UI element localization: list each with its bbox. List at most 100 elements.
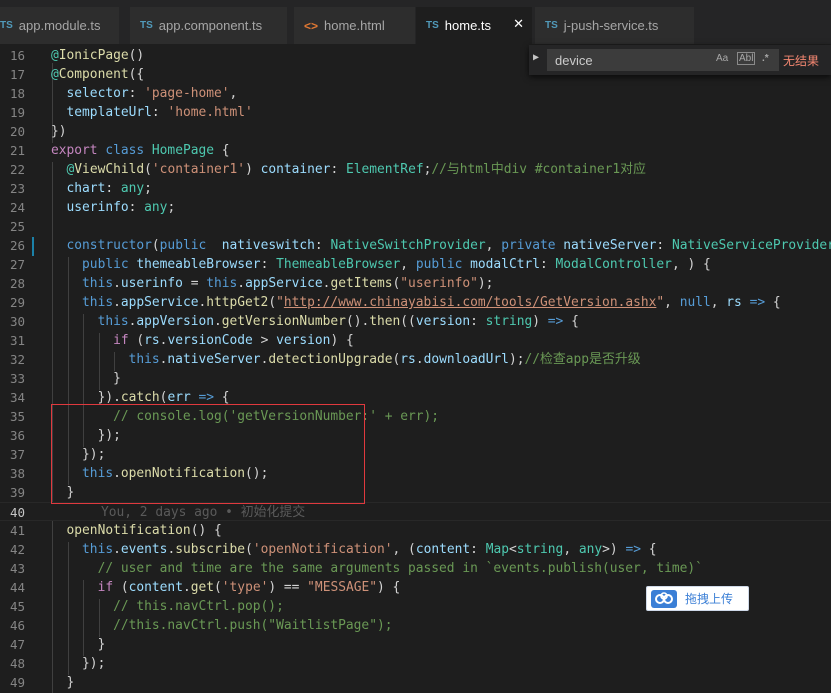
code-token: ( <box>136 333 145 348</box>
code-token: string <box>485 314 533 329</box>
code-token: : <box>260 257 277 272</box>
code-token: downloadUrl <box>423 352 509 367</box>
tab-app-component[interactable]: TS app.component.ts <box>130 7 288 44</box>
code-token: ( <box>151 238 160 253</box>
code-line[interactable]: 41 openNotification() { <box>0 521 831 540</box>
code-token: if <box>51 333 137 348</box>
code-token: , <box>229 86 238 101</box>
tab-home-html[interactable]: <> home.html <box>294 7 416 44</box>
code-token: : <box>151 105 168 120</box>
code-line[interactable]: 19 templateUrl: 'home.html' <box>0 103 831 122</box>
tab-j-push-service[interactable]: TS j-push-service.ts <box>535 7 695 44</box>
code-text: selector: 'page-home', <box>51 84 238 103</box>
code-line[interactable]: 31 if (rs.versionCode > version) { <box>0 331 831 350</box>
code-token: ) <box>532 314 548 329</box>
code-token: : <box>128 200 145 215</box>
code-token: . <box>113 295 121 310</box>
code-line[interactable]: 20}) <box>0 122 831 141</box>
regex-icon[interactable]: .* <box>762 53 769 64</box>
code-token: // user and time are the same arguments … <box>51 561 703 576</box>
code-line[interactable]: 42 this.events.subscribe('openNotificati… <box>0 540 831 559</box>
code-token: } <box>51 675 75 690</box>
code-line[interactable]: 26 constructor(public nativeswitch: Nati… <box>0 236 831 255</box>
code-line[interactable]: 30 this.appVersion.getVersionNumber().th… <box>0 312 831 331</box>
code-text: this.appService.httpGet2("http://www.chi… <box>51 293 781 312</box>
typescript-file-icon: TS <box>545 20 558 31</box>
code-token: . <box>415 352 424 367</box>
code-line[interactable]: 32 this.nativeServer.detectionUpgrade(rs… <box>0 350 831 369</box>
tab-app-module[interactable]: TS app.module.ts <box>0 7 120 44</box>
code-token: { <box>765 295 781 310</box>
line-number: 16 <box>9 48 25 63</box>
code-text: this.appVersion.getVersionNumber().then(… <box>51 312 579 331</box>
code-line[interactable]: 46 //this.navCtrl.push("WaitlistPage"); <box>0 616 831 635</box>
code-line[interactable]: 21 export class HomePage { <box>0 141 831 160</box>
code-token: appVersion <box>136 314 214 329</box>
code-line[interactable]: 40 You, 2 days ago • 初始化提交 <box>0 502 831 521</box>
code-token: 'type' <box>221 580 269 595</box>
code-token: private <box>501 238 564 253</box>
code-token: ( <box>245 542 253 557</box>
code-text: @Component({ <box>51 65 144 84</box>
code-token: this <box>51 542 114 557</box>
line-number: 21 <box>9 143 25 158</box>
code-token: . <box>113 276 121 291</box>
code-text: } <box>51 673 75 692</box>
code-token: httpGet2 <box>206 295 269 310</box>
code-token: : <box>540 257 556 272</box>
tab-home-ts[interactable]: TS home.ts ✕ <box>416 7 533 44</box>
code-token: ; <box>167 200 176 215</box>
code-token: : <box>470 542 486 557</box>
line-number: 47 <box>9 637 25 652</box>
code-line[interactable]: 28 this.userinfo = this.appService.getIt… <box>0 274 831 293</box>
code-text: @ViewChild('container1') container: Elem… <box>51 160 646 179</box>
line-number: 49 <box>9 675 25 690</box>
code-text: if (content.get('type') == "MESSAGE") { <box>51 578 401 597</box>
code-line[interactable]: 22 @ViewChild('container1') container: E… <box>0 160 831 179</box>
line-number: 20 <box>9 124 25 139</box>
code-token: 'home.html' <box>167 105 253 120</box>
code-token: rs <box>726 295 742 310</box>
code-line[interactable]: 29 this.appService.httpGet2("http://www.… <box>0 293 831 312</box>
line-number: 39 <box>9 485 25 500</box>
code-text: openNotification() { <box>51 521 222 540</box>
code-line[interactable]: 33 } <box>0 369 831 388</box>
match-whole-word-icon[interactable]: Abl <box>737 52 756 65</box>
code-line[interactable]: 25 <box>0 217 831 236</box>
close-icon[interactable]: ✕ <box>513 16 524 32</box>
code-token: public <box>415 257 471 272</box>
code-token: (( <box>400 314 416 329</box>
code-token: }) <box>51 124 67 139</box>
line-number: 41 <box>9 523 25 538</box>
code-line[interactable]: 43 // user and time are the same argumen… <box>0 559 831 578</box>
code-line[interactable]: 23 chart: any; <box>0 179 831 198</box>
code-token: . <box>213 314 222 329</box>
code-token: userinfo <box>51 200 129 215</box>
code-line[interactable]: 47 } <box>0 635 831 654</box>
tab-label: app.module.ts <box>18 18 101 33</box>
code-token: any <box>578 542 603 557</box>
code-line[interactable]: 48 }); <box>0 654 831 673</box>
code-token: ); <box>477 276 494 291</box>
typescript-file-icon: TS <box>140 20 153 31</box>
code-token: , <box>563 542 579 557</box>
code-token: 'openNotification' <box>252 542 393 557</box>
code-token: HomePage <box>151 143 222 158</box>
code-token: => <box>547 314 564 329</box>
match-case-icon[interactable]: Aa <box>716 53 728 64</box>
code-token: } <box>51 371 121 386</box>
line-number: 43 <box>9 561 25 576</box>
code-line[interactable]: 18 selector: 'page-home', <box>0 84 831 103</box>
code-line[interactable]: 27 public themeableBrowser: ThemeableBro… <box>0 255 831 274</box>
code-line[interactable]: 24 userinfo: any; <box>0 198 831 217</box>
code-token: NativeServiceProvider <box>671 238 831 253</box>
code-token: @ <box>51 67 59 82</box>
code-token: this <box>51 295 114 310</box>
drag-upload-button[interactable]: 拖拽上传 <box>646 586 749 611</box>
line-number: 37 <box>9 447 25 462</box>
code-text: chart: any; <box>51 179 152 198</box>
toggle-replace-chevron-icon[interactable]: ▶ <box>533 52 539 63</box>
code-line[interactable]: 49 } <box>0 673 831 692</box>
code-token: this <box>51 352 160 367</box>
